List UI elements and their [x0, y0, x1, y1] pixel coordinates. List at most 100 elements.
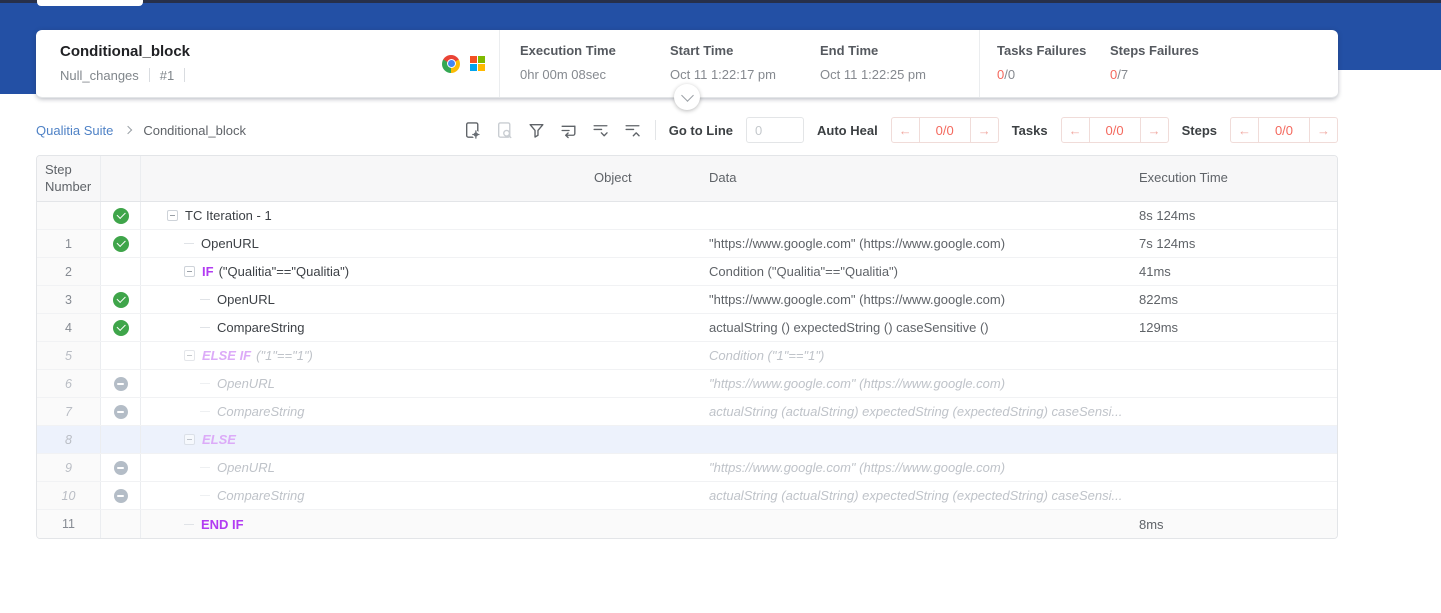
- table-row[interactable]: 10 CompareString actualString (actualStr…: [37, 482, 1337, 510]
- tasks-counter: ← 0/0 →: [1061, 117, 1169, 143]
- data-cell: "https://www.google.com" (https://www.go…: [701, 454, 1131, 481]
- status-cell: [101, 202, 141, 229]
- steps-table: Step Number Object Data Execution Time T…: [36, 155, 1338, 539]
- data-cell: [701, 426, 1131, 453]
- status-cell: [101, 314, 141, 341]
- breadcrumb: Qualitia Suite Conditional_block: [36, 123, 246, 138]
- action-label: ("Qualitia"=="Qualitia"): [219, 264, 349, 279]
- expand-marker: [200, 467, 210, 468]
- object-cell: [586, 398, 701, 425]
- table-row[interactable]: 11 END IF 8ms: [37, 510, 1337, 538]
- tree-cell: END IF: [141, 510, 586, 538]
- keyword-label: ELSE: [202, 432, 236, 447]
- step-number-cell: [37, 202, 101, 229]
- tree-cell: CompareString: [141, 314, 586, 341]
- object-cell: [586, 314, 701, 341]
- expand-marker: [200, 495, 210, 496]
- table-row[interactable]: 8 ELSE: [37, 426, 1337, 454]
- table-row[interactable]: 6 OpenURL "https://www.google.com" (http…: [37, 370, 1337, 398]
- goto-line-input[interactable]: [746, 117, 804, 143]
- table-row[interactable]: TC Iteration - 1 8s 124ms: [37, 202, 1337, 230]
- search-report-icon[interactable]: [495, 121, 514, 140]
- table-row[interactable]: 4 CompareString actualString () expected…: [37, 314, 1337, 342]
- expand-marker[interactable]: [184, 350, 195, 361]
- expand-marker[interactable]: [184, 266, 195, 277]
- tasks-label: Tasks: [1012, 123, 1048, 138]
- next-arrow-icon[interactable]: →: [1140, 117, 1169, 143]
- table-row[interactable]: 5 ELSE IF ("1"=="1") Condition ("1"=="1"…: [37, 342, 1337, 370]
- data-cell: "https://www.google.com" (https://www.go…: [701, 230, 1131, 257]
- step-number-cell: 5: [37, 342, 101, 369]
- metric-label: Execution Time: [520, 43, 670, 58]
- status-cell: [101, 398, 141, 425]
- action-label: ("1"=="1"): [256, 348, 313, 363]
- time-metrics-section: Execution Time 0hr 00m 08sec Start Time …: [500, 30, 980, 97]
- top-banner-left-extension: [0, 70, 36, 94]
- table-row[interactable]: 3 OpenURL "https://www.google.com" (http…: [37, 286, 1337, 314]
- metric-value: Oct 11 1:22:25 pm: [820, 67, 970, 82]
- jump-to-line-icon[interactable]: [559, 121, 578, 140]
- auto-heal-count: 0/0: [919, 117, 971, 143]
- step-number-cell: 11: [37, 510, 101, 538]
- collapse-all-icon[interactable]: [623, 121, 642, 140]
- tree-cell: OpenURL: [141, 454, 586, 481]
- report-settings-icon[interactable]: [463, 121, 482, 140]
- action-label: TC Iteration - 1: [185, 208, 272, 223]
- expand-marker: [184, 524, 194, 525]
- table-row[interactable]: 2 IF ("Qualitia"=="Qualitia") Condition …: [37, 258, 1337, 286]
- breadcrumb-suite-link[interactable]: Qualitia Suite: [36, 123, 113, 138]
- expand-all-icon[interactable]: [591, 121, 610, 140]
- task-name: Null_changes: [60, 68, 139, 83]
- expand-marker: [200, 411, 210, 412]
- time-cell: [1131, 342, 1337, 369]
- metric-label: Tasks Failures: [997, 43, 1110, 58]
- keyword-label: END IF: [201, 517, 244, 532]
- object-cell: [586, 230, 701, 257]
- tree-cell: CompareString: [141, 398, 586, 425]
- steps-table-body: TC Iteration - 1 8s 124ms 1 OpenURL "htt…: [37, 202, 1337, 538]
- object-cell: [586, 510, 701, 538]
- expand-marker: [200, 299, 210, 300]
- keyword-label: IF: [202, 264, 214, 279]
- column-header-step-number: Step Number: [37, 156, 101, 201]
- metric-label: End Time: [820, 43, 970, 58]
- time-cell: 8s 124ms: [1131, 202, 1337, 229]
- prev-arrow-icon[interactable]: ←: [1230, 117, 1259, 143]
- active-tab-indicator[interactable]: [37, 0, 143, 6]
- status-icon: [113, 320, 129, 336]
- execution-time-metric: Execution Time 0hr 00m 08sec: [520, 43, 670, 97]
- tree-cell: OpenURL: [141, 370, 586, 397]
- tree-cell: TC Iteration - 1: [141, 202, 586, 229]
- action-label: CompareString: [217, 404, 304, 419]
- auto-heal-counter: ← 0/0 →: [891, 117, 999, 143]
- collapse-summary-button[interactable]: [674, 84, 700, 110]
- metric-value: 0hr 00m 08sec: [520, 67, 670, 82]
- next-arrow-icon[interactable]: →: [1309, 117, 1338, 143]
- expand-marker[interactable]: [167, 210, 178, 221]
- table-row[interactable]: 1 OpenURL "https://www.google.com" (http…: [37, 230, 1337, 258]
- status-cell: [101, 510, 141, 538]
- time-cell: 8ms: [1131, 510, 1337, 538]
- status-cell: [101, 342, 141, 369]
- object-cell: [586, 286, 701, 313]
- iteration-number: #1: [160, 68, 174, 83]
- next-arrow-icon[interactable]: →: [970, 117, 999, 143]
- action-label: CompareString: [217, 320, 304, 335]
- status-icon: [114, 377, 128, 391]
- prev-arrow-icon[interactable]: ←: [891, 117, 920, 143]
- table-row[interactable]: 7 CompareString actualString (actualStri…: [37, 398, 1337, 426]
- prev-arrow-icon[interactable]: ←: [1061, 117, 1090, 143]
- expand-marker[interactable]: [184, 434, 195, 445]
- filter-icon[interactable]: [527, 121, 546, 140]
- step-number-cell: 6: [37, 370, 101, 397]
- windows-icon: [470, 56, 485, 71]
- execution-summary-card: Conditional_block Null_changes #1 Execut…: [36, 30, 1338, 98]
- time-cell: [1131, 426, 1337, 453]
- chevron-right-icon: [124, 126, 132, 134]
- table-row[interactable]: 9 OpenURL "https://www.google.com" (http…: [37, 454, 1337, 482]
- expand-marker: [200, 383, 210, 384]
- chevron-down-icon: [681, 89, 694, 102]
- status-icon: [114, 405, 128, 419]
- tasks-failures-metric: Tasks Failures 0/0: [997, 43, 1110, 97]
- action-label: OpenURL: [217, 292, 275, 307]
